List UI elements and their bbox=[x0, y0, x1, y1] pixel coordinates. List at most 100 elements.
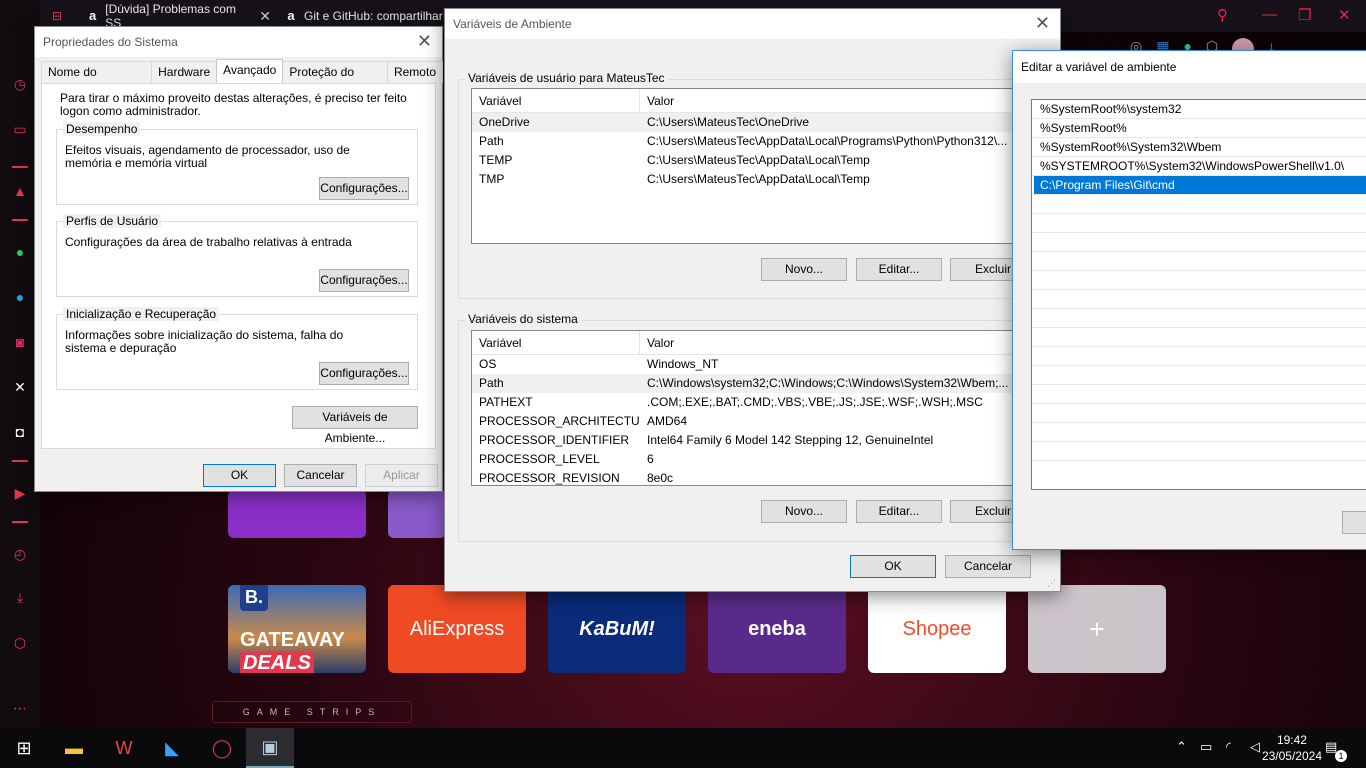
var-name: PROCESSOR_LEVEL bbox=[479, 452, 600, 466]
ok-button[interactable]: OK bbox=[203, 464, 276, 487]
tab-computer-name[interactable]: Nome do Computador bbox=[41, 61, 153, 100]
system-properties-icon[interactable]: ▣ bbox=[246, 728, 294, 768]
add-tile-button[interactable]: + bbox=[1028, 585, 1166, 673]
search-icon[interactable]: ⚲ bbox=[1217, 6, 1228, 24]
performance-settings-button[interactable]: Configurações... bbox=[319, 177, 409, 200]
time: 19:42 bbox=[1276, 733, 1307, 747]
startup-recovery-settings-button[interactable]: Configurações... bbox=[319, 362, 409, 385]
column-variable[interactable]: Variável bbox=[472, 331, 640, 354]
list-item[interactable] bbox=[1032, 404, 1366, 423]
environment-variables-button[interactable]: Variáveis de Ambiente... bbox=[292, 406, 418, 445]
system-edit-button[interactable]: Editar... bbox=[856, 500, 942, 523]
telegram-icon[interactable]: ● bbox=[9, 286, 31, 308]
cube-icon[interactable]: ⬡ bbox=[9, 632, 31, 654]
list-item[interactable]: %SystemRoot%\System32\Wbem bbox=[1032, 138, 1366, 157]
tab-system-protection[interactable]: Proteção do Sistema bbox=[282, 61, 388, 100]
apply-button[interactable]: Aplicar bbox=[365, 464, 438, 487]
list-item[interactable] bbox=[1032, 423, 1366, 442]
list-item[interactable] bbox=[1032, 195, 1366, 214]
maximize-icon[interactable]: ❐ bbox=[1298, 6, 1311, 24]
table-row[interactable]: PROCESSOR_REVISION 8e0c bbox=[472, 469, 1040, 485]
whatsapp-icon[interactable]: ● bbox=[9, 241, 31, 263]
system-new-button[interactable]: Novo... bbox=[761, 500, 847, 523]
table-row[interactable]: TEMP C:\Users\MateusTec\AppData\Local\Te… bbox=[472, 151, 1040, 170]
table-row[interactable]: OneDrive C:\Users\MateusTec\OneDrive bbox=[472, 113, 1040, 132]
list-item[interactable] bbox=[1032, 233, 1366, 252]
list-item-selected[interactable]: C:\Program Files\Git\cmd bbox=[1034, 176, 1366, 195]
column-variable[interactable]: Variável bbox=[472, 89, 640, 112]
list-item[interactable] bbox=[1032, 442, 1366, 461]
shopee-tile[interactable]: Shopee bbox=[868, 585, 1006, 673]
windows-start-icon[interactable]: ⊞ bbox=[0, 728, 48, 768]
path-entries-list[interactable]: %SystemRoot%\system32 %SystemRoot% %Syst… bbox=[1031, 99, 1366, 490]
user-variables-list[interactable]: Variável Valor OneDrive C:\Users\MateusT… bbox=[471, 88, 1041, 244]
list-item[interactable] bbox=[1032, 214, 1366, 233]
close-icon[interactable]: ✕ bbox=[259, 8, 271, 25]
list-item[interactable]: %SystemRoot% bbox=[1032, 119, 1366, 138]
table-row[interactable]: PROCESSOR_ARCHITECTURE AMD64 bbox=[472, 412, 1040, 431]
x-icon[interactable]: ✕ bbox=[9, 376, 31, 398]
table-row[interactable]: Path C:\Windows\system32;C:\Windows;C:\W… bbox=[472, 374, 1040, 393]
aliexpress-tile[interactable]: AliExpress bbox=[388, 585, 526, 673]
list-item[interactable] bbox=[1032, 290, 1366, 309]
close-icon[interactable]: ✕ bbox=[1338, 6, 1351, 24]
battery-icon[interactable]: ▭ bbox=[1200, 739, 1212, 755]
opera-gx-icon[interactable]: ◯ bbox=[198, 728, 246, 768]
user-new-button[interactable]: Novo... bbox=[761, 258, 847, 281]
close-icon[interactable]: ✕ bbox=[1035, 9, 1050, 37]
list-item[interactable] bbox=[1032, 347, 1366, 366]
list-item[interactable] bbox=[1032, 385, 1366, 404]
tab-hardware[interactable]: Hardware bbox=[151, 61, 218, 83]
clock[interactable]: 19:42 23/05/2024 bbox=[1262, 732, 1322, 764]
eneba-tile[interactable]: eneba bbox=[708, 585, 846, 673]
table-row[interactable]: TMP C:\Users\MateusTec\AppData\Local\Tem… bbox=[472, 170, 1040, 189]
speed-icon[interactable]: ◷ bbox=[9, 73, 31, 95]
list-item[interactable] bbox=[1032, 366, 1366, 385]
booking-tile[interactable]: B. GATEAVAY DEALS bbox=[228, 585, 366, 673]
wps-office-icon[interactable]: W bbox=[100, 728, 148, 768]
instagram-icon[interactable]: ◙ bbox=[9, 331, 31, 353]
file-explorer-icon[interactable]: ▬ bbox=[50, 728, 98, 768]
column-value[interactable]: Valor bbox=[640, 89, 1040, 112]
list-item[interactable]: %SYSTEMROOT%\System32\WindowsPowerShell\… bbox=[1032, 157, 1366, 176]
partial-button[interactable] bbox=[1342, 511, 1366, 534]
list-item[interactable] bbox=[1032, 252, 1366, 271]
partial-tile[interactable] bbox=[388, 490, 446, 538]
aria-icon[interactable]: ▲ bbox=[9, 180, 31, 202]
volume-icon[interactable]: ◁ bbox=[1250, 739, 1260, 755]
user-profiles-settings-button[interactable]: Configurações... bbox=[319, 269, 409, 292]
minimize-icon[interactable]: — bbox=[1262, 6, 1277, 23]
more-icon[interactable]: ⋯ bbox=[9, 697, 31, 719]
table-row[interactable]: OS Windows_NT bbox=[472, 355, 1040, 374]
tab-remote[interactable]: Remoto bbox=[386, 61, 443, 83]
close-icon[interactable]: ✕ bbox=[417, 27, 432, 55]
list-item[interactable]: %SystemRoot%\system32 bbox=[1032, 100, 1366, 119]
list-item[interactable] bbox=[1032, 328, 1366, 347]
kabum-tile[interactable]: KaBuM! bbox=[548, 585, 686, 673]
column-value[interactable]: Valor bbox=[640, 331, 1040, 354]
table-row[interactable]: PATHEXT .COM;.EXE;.BAT;.CMD;.VBS;.VBE;.J… bbox=[472, 393, 1040, 412]
user-edit-button[interactable]: Editar... bbox=[856, 258, 942, 281]
system-variables-list[interactable]: Variável Valor OS Windows_NT Path C:\Win… bbox=[471, 330, 1041, 486]
twitch-tile[interactable] bbox=[228, 490, 366, 538]
table-row[interactable]: PROCESSOR_IDENTIFIER Intel64 Family 6 Mo… bbox=[472, 431, 1040, 450]
cancel-button[interactable]: Cancelar bbox=[284, 464, 357, 487]
chevron-up-icon[interactable]: ⌃ bbox=[1176, 739, 1187, 755]
ok-button[interactable]: OK bbox=[850, 555, 936, 578]
vscode-icon[interactable]: ◣ bbox=[148, 728, 196, 768]
resize-grip-icon[interactable]: ⋰ bbox=[1047, 578, 1056, 589]
alura-icon: a bbox=[89, 8, 97, 23]
cancel-button[interactable]: Cancelar bbox=[945, 555, 1031, 578]
player-icon[interactable]: ▶ bbox=[9, 482, 31, 504]
table-row[interactable]: Path C:\Users\MateusTec\AppData\Local\Pr… bbox=[472, 132, 1040, 151]
list-item[interactable] bbox=[1032, 309, 1366, 328]
list-item[interactable] bbox=[1032, 461, 1366, 480]
shopping-icon[interactable]: ▭ bbox=[9, 118, 31, 140]
history-icon[interactable]: ◴ bbox=[9, 543, 31, 565]
downloads-icon[interactable]: ⤓ bbox=[9, 586, 31, 608]
discord-icon[interactable]: ◘ bbox=[9, 421, 31, 443]
tab-advanced[interactable]: Avançado bbox=[216, 59, 284, 83]
list-item[interactable] bbox=[1032, 271, 1366, 290]
wifi-icon[interactable]: ◜ bbox=[1226, 739, 1231, 755]
table-row[interactable]: PROCESSOR_LEVEL 6 bbox=[472, 450, 1040, 469]
